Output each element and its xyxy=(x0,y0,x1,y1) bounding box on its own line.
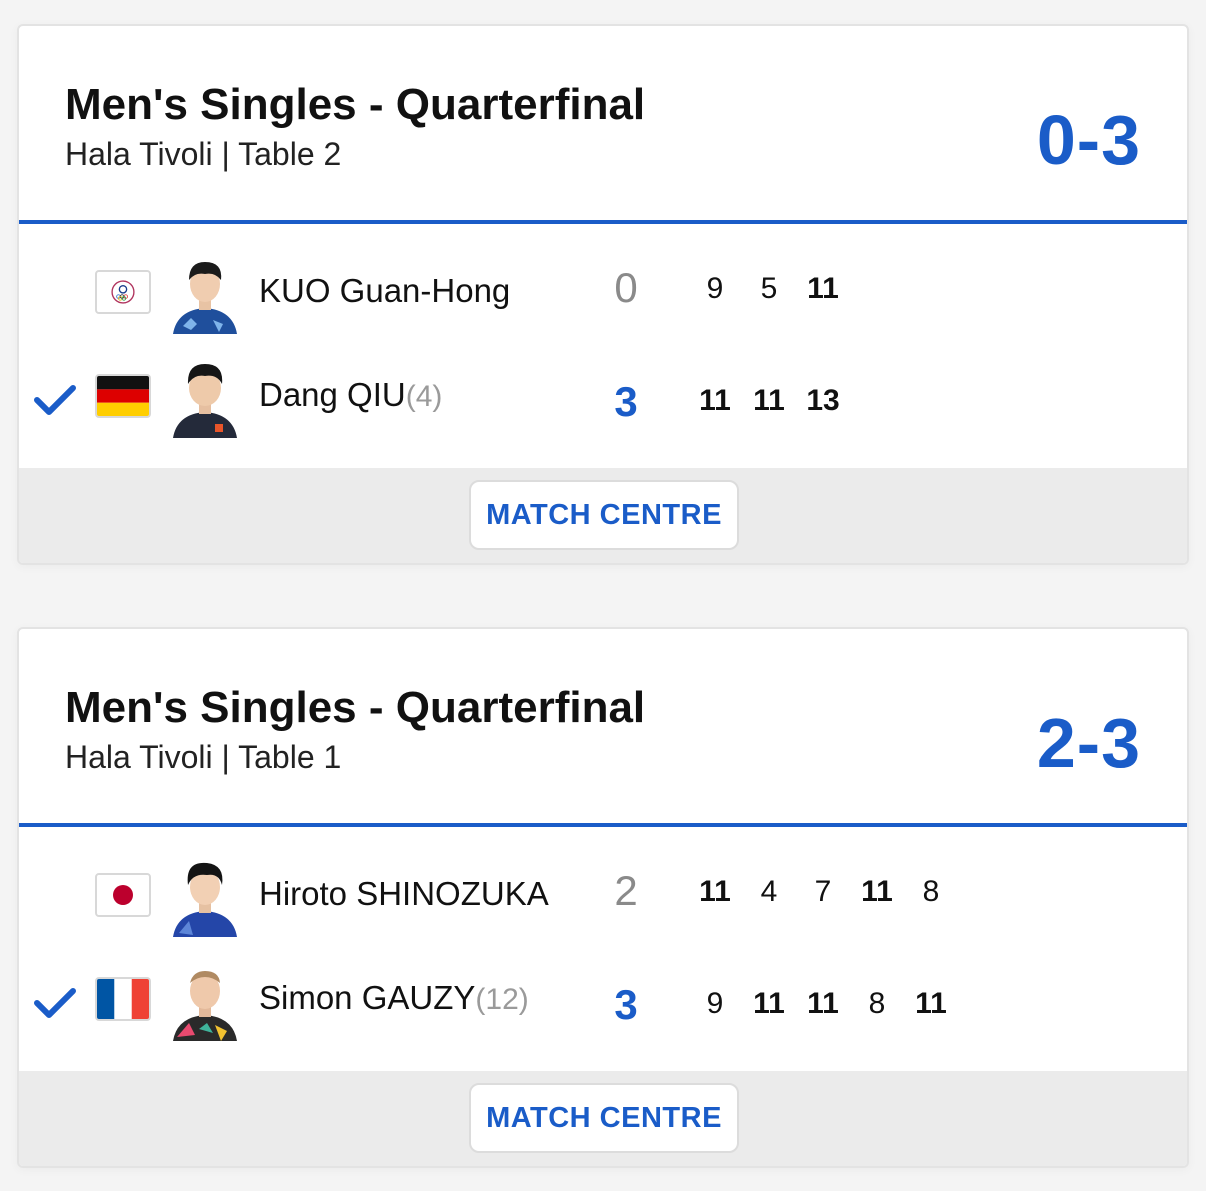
player-name[interactable]: Hiroto SHINOZUKA xyxy=(259,875,549,913)
match-header: Men's Singles - Quarterfinal Hala Tivoli… xyxy=(19,26,1187,224)
player-name[interactable]: KUO Guan-Hong xyxy=(259,272,510,310)
set-score: 9 xyxy=(706,987,724,1020)
set-score: 11 xyxy=(807,987,839,1020)
player-avatar xyxy=(169,250,241,334)
match-centre-button[interactable]: MATCH CENTRE xyxy=(469,480,739,550)
players-list: Hiroto SHINOZUKA 2 11 4 7 11 8 Simon GAU… xyxy=(19,827,1187,1071)
set-score: 8 xyxy=(922,875,940,908)
match-card: Men's Singles - Quarterfinal Hala Tivoli… xyxy=(17,627,1189,1168)
match-header: Men's Singles - Quarterfinal Hala Tivoli… xyxy=(19,629,1187,827)
games-won: 3 xyxy=(614,981,638,1028)
checkmark-icon xyxy=(34,988,76,1018)
france-flag-icon xyxy=(95,977,151,1021)
player-row: KUO Guan-Hong 0 9 5 11 xyxy=(19,246,1187,346)
set-score: 11 xyxy=(807,272,839,305)
set-score: 9 xyxy=(706,272,724,305)
player-avatar xyxy=(169,354,241,438)
checkmark-icon xyxy=(34,385,76,415)
set-score: 13 xyxy=(806,384,840,417)
set-score: 5 xyxy=(760,272,778,305)
games-won: 2 xyxy=(614,867,638,914)
player-row: Simon GAUZY(12) 3 9 11 11 8 11 xyxy=(19,953,1187,1053)
set-score: 11 xyxy=(699,384,731,417)
match-card: Men's Singles - Quarterfinal Hala Tivoli… xyxy=(17,24,1189,565)
card-footer: MATCH CENTRE xyxy=(19,1071,1187,1166)
set-score: 4 xyxy=(760,875,778,908)
match-centre-button[interactable]: MATCH CENTRE xyxy=(469,1083,739,1153)
player-row: Dang QIU(4) 3 11 11 13 xyxy=(19,350,1187,450)
set-score: 7 xyxy=(814,875,832,908)
games-won: 0 xyxy=(614,264,638,311)
match-score: 2-3 xyxy=(1036,704,1141,782)
players-list: KUO Guan-Hong 0 9 5 11 Dang QIU(4) 3 11 … xyxy=(19,224,1187,468)
player-avatar xyxy=(169,853,241,937)
player-seed: (12) xyxy=(475,983,529,1016)
match-title: Men's Singles - Quarterfinal xyxy=(65,80,646,129)
match-venue: Hala Tivoli | Table 2 xyxy=(65,136,342,172)
germany-flag-icon xyxy=(95,374,151,418)
player-name[interactable]: Simon GAUZY(12) xyxy=(259,979,529,1017)
japan-flag-icon xyxy=(95,873,151,917)
set-score: 8 xyxy=(868,987,886,1020)
set-score: 11 xyxy=(861,875,893,908)
games-won: 3 xyxy=(614,378,638,425)
card-footer: MATCH CENTRE xyxy=(19,468,1187,563)
match-venue: Hala Tivoli | Table 1 xyxy=(65,739,342,775)
player-row: Hiroto SHINOZUKA 2 11 4 7 11 8 xyxy=(19,849,1187,949)
set-score: 11 xyxy=(753,384,785,417)
player-avatar xyxy=(169,957,241,1041)
match-score: 0-3 xyxy=(1036,101,1141,179)
set-score: 11 xyxy=(915,987,947,1020)
player-name[interactable]: Dang QIU(4) xyxy=(259,376,442,414)
chinese-taipei-flag-icon xyxy=(95,270,151,314)
set-score: 11 xyxy=(753,987,785,1020)
match-title: Men's Singles - Quarterfinal xyxy=(65,683,646,732)
set-score: 11 xyxy=(699,875,731,908)
player-seed: (4) xyxy=(405,380,443,413)
